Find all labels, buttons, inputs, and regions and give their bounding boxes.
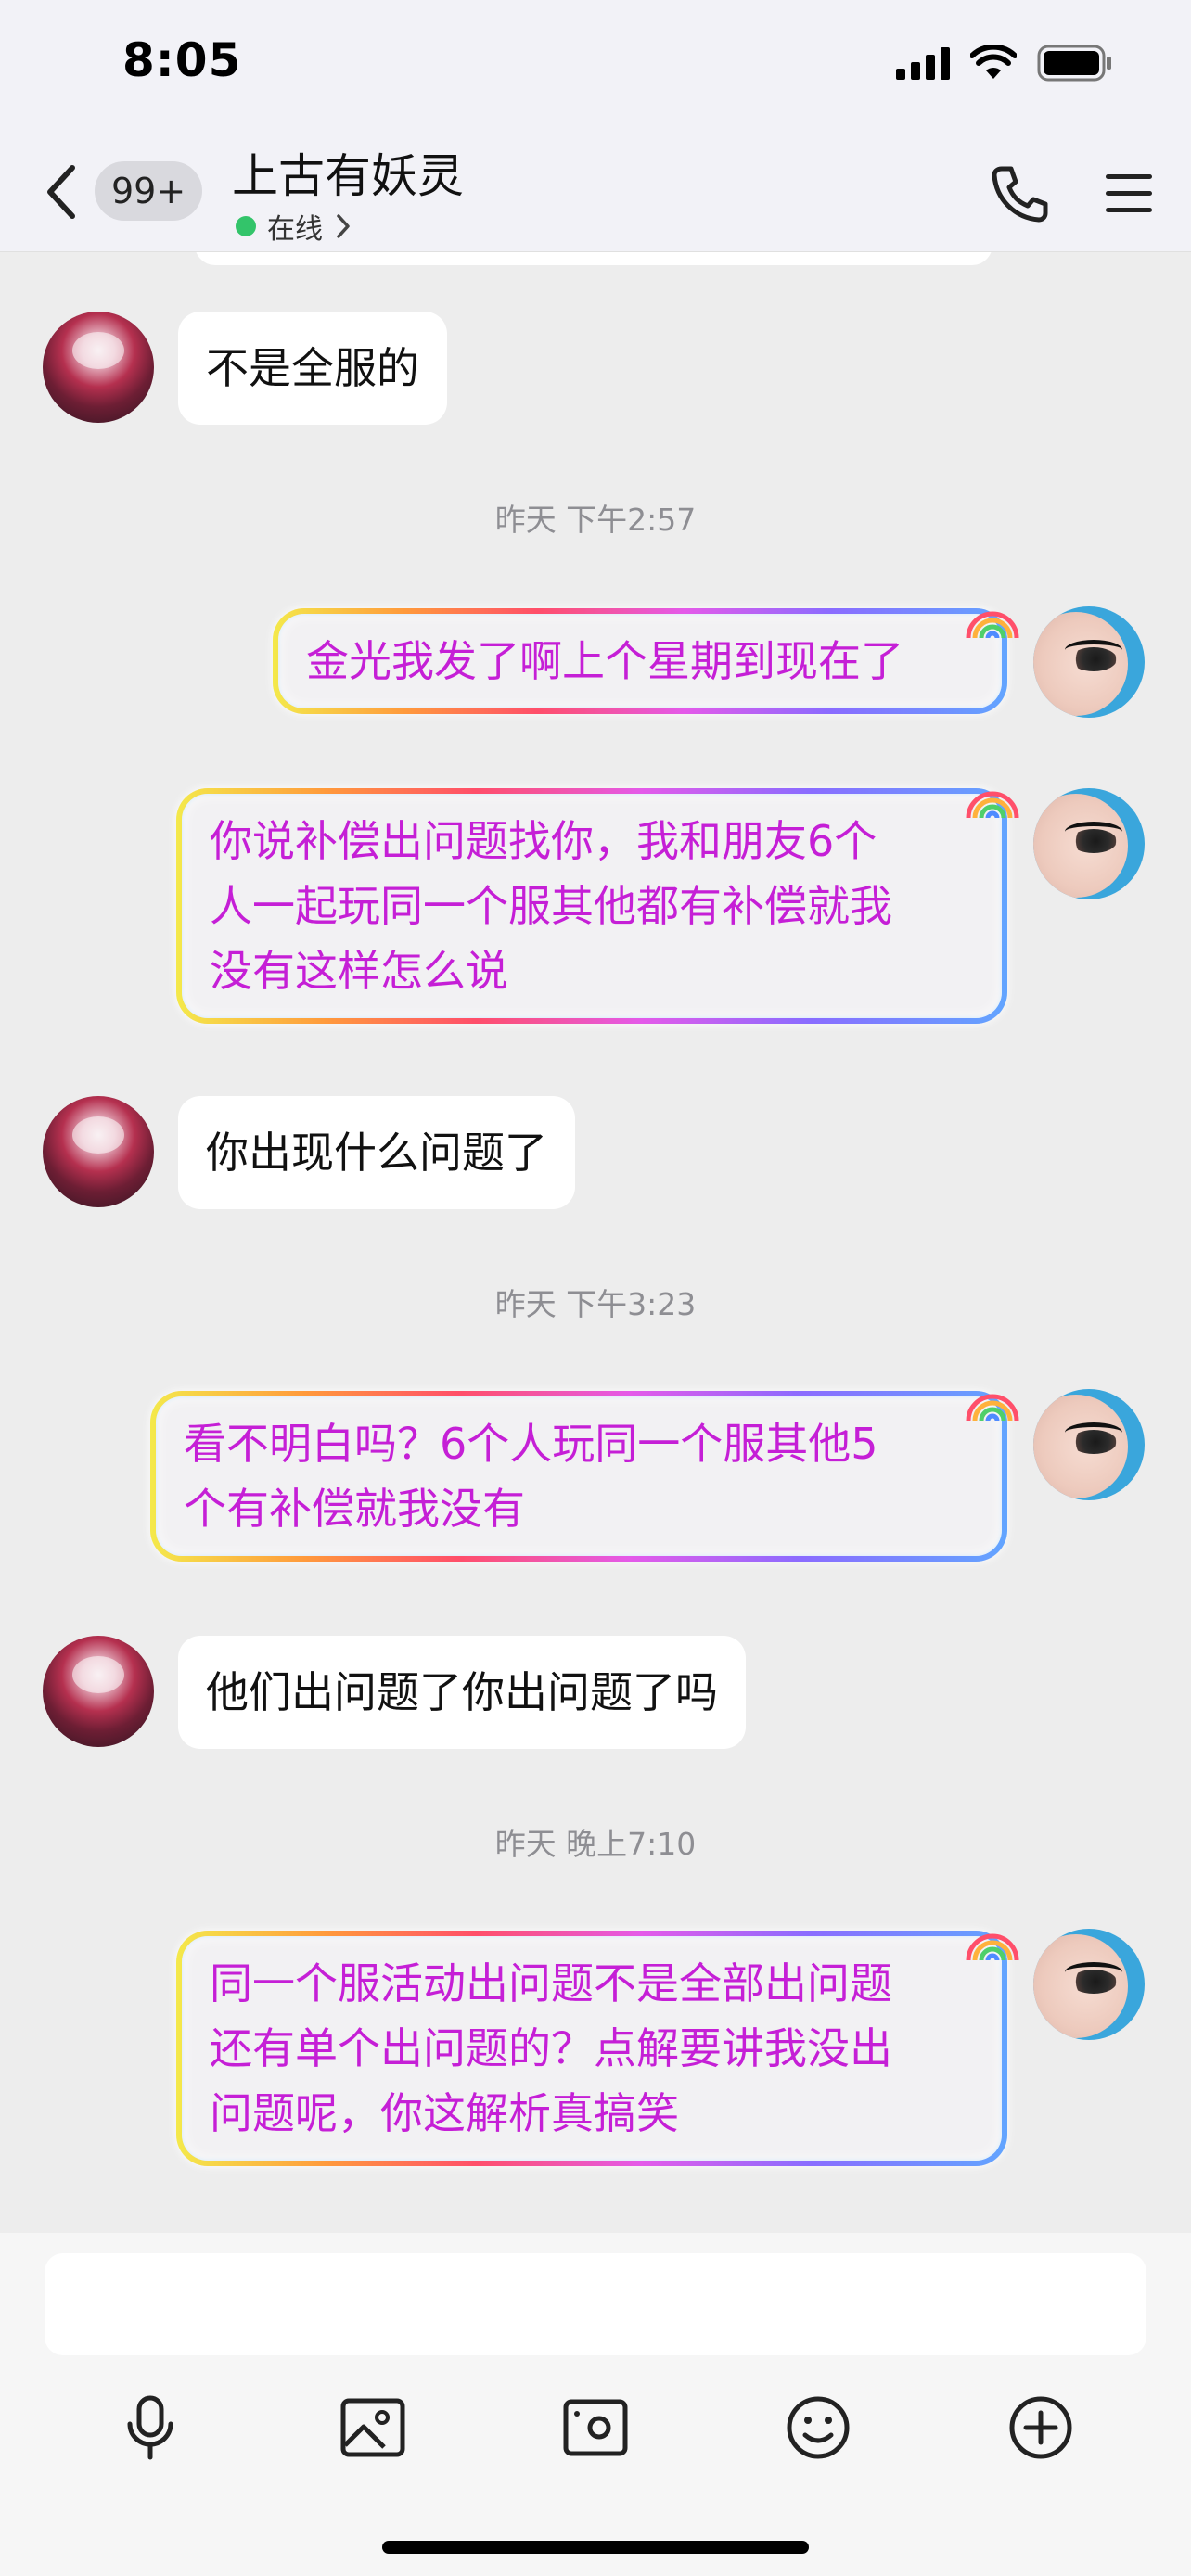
chat-header: 99+ 上古有妖灵 在线 — [0, 130, 1191, 252]
rainbow-decoration-icon — [966, 611, 1019, 639]
voice-input-button[interactable] — [113, 2391, 187, 2465]
outgoing-message-bubble[interactable]: 看不明白吗？6个人玩同一个服其他5 个有补偿就我没有 — [150, 1391, 1019, 1562]
more-menu-button[interactable] — [1102, 167, 1156, 221]
composer — [0, 2233, 1191, 2576]
outgoing-message-bubble[interactable]: 金光我发了啊上个星期到现在了 — [273, 608, 1019, 714]
outgoing-message-bubble[interactable]: 同一个服活动出问题不是全部出问题 还有单个出问题的？点解要讲我没出 问题呢，你这… — [176, 1931, 1019, 2166]
message-input[interactable] — [45, 2253, 1146, 2355]
image-icon — [340, 2398, 405, 2457]
message-line: 个有补偿就我没有 — [184, 1484, 525, 1534]
message-line: 你说补偿出问题找你，我和朋友6个 — [210, 816, 877, 866]
cellular-signal-icon — [896, 47, 950, 80]
unread-count-badge[interactable]: 99+ — [95, 161, 203, 221]
phone-icon — [992, 166, 1048, 223]
online-status-label: 在线 — [267, 213, 323, 246]
incoming-message-bubble[interactable]: 你出现什么问题了 — [178, 1096, 575, 1209]
emoji-icon — [787, 2396, 850, 2459]
back-button[interactable] — [33, 159, 89, 224]
message-line: 金光我发了啊上个星期到现在了 — [306, 636, 903, 686]
more-actions-button[interactable] — [1004, 2391, 1078, 2465]
rainbow-decoration-icon — [966, 1933, 1019, 1961]
chevron-right-icon — [337, 214, 350, 238]
message-line: 看不明白吗？6个人玩同一个服其他5 — [184, 1419, 878, 1469]
message-timestamp: 昨天 晚上7:10 — [494, 1826, 697, 1862]
microphone-icon — [127, 2395, 173, 2460]
status-bar: 8:05 — [0, 0, 1191, 130]
contact-avatar[interactable] — [43, 1096, 154, 1207]
chat-screen: 8:05 99+ 上古有妖灵 在线 不是全服的 昨天 下午2:57 金光我发了啊… — [0, 0, 1191, 2576]
message-timestamp: 昨天 下午2:57 — [494, 502, 697, 538]
message-line: 问题呢，你这解析真搞笑 — [210, 2088, 679, 2138]
incoming-message-bubble[interactable]: 不是全服的 — [178, 312, 447, 425]
message-line: 没有这样怎么说 — [210, 946, 508, 996]
message-line: 同一个服活动出问题不是全部出问题 — [210, 1958, 892, 2009]
message-timestamp: 昨天 下午3:23 — [494, 1286, 697, 1322]
my-avatar[interactable] — [1033, 1929, 1145, 2040]
menu-icon — [1106, 174, 1152, 212]
photo-album-button[interactable] — [336, 2391, 410, 2465]
my-avatar[interactable] — [1033, 788, 1145, 899]
contact-avatar[interactable] — [43, 312, 154, 423]
status-icons — [896, 45, 1113, 82]
online-status[interactable]: 在线 — [236, 206, 352, 247]
my-avatar[interactable] — [1033, 606, 1145, 718]
online-dot-icon — [236, 216, 256, 236]
composer-toolbar — [0, 2391, 1191, 2474]
emoji-button[interactable] — [781, 2391, 855, 2465]
message-line: 人一起玩同一个服其他都有补偿就我 — [210, 881, 892, 931]
camera-icon — [563, 2399, 628, 2456]
status-time: 8:05 — [122, 33, 242, 87]
voice-call-button[interactable] — [987, 161, 1052, 226]
rainbow-decoration-icon — [966, 791, 1019, 819]
incoming-message-bubble[interactable]: 他们出问题了你出问题了吗 — [178, 1636, 746, 1749]
previous-message-bubble[interactable] — [195, 252, 992, 265]
contact-name[interactable]: 上古有妖灵 — [232, 139, 464, 206]
outgoing-message-bubble[interactable]: 你说补偿出问题找你，我和朋友6个 人一起玩同一个服其他都有补偿就我 没有这样怎么… — [176, 788, 1019, 1024]
message-line: 还有单个出问题的？点解要讲我没出 — [210, 2023, 892, 2073]
contact-avatar[interactable] — [43, 1636, 154, 1747]
camera-button[interactable] — [558, 2391, 633, 2465]
chevron-left-icon — [47, 165, 75, 219]
plus-icon — [1009, 2396, 1072, 2459]
battery-icon — [1037, 45, 1111, 82]
home-indicator[interactable] — [382, 2541, 809, 2554]
message-list[interactable]: 不是全服的 昨天 下午2:57 金光我发了啊上个星期到现在了 你说补偿出问题找你… — [0, 252, 1191, 2233]
wifi-icon — [970, 45, 1017, 79]
my-avatar[interactable] — [1033, 1389, 1145, 1500]
rainbow-decoration-icon — [966, 1394, 1019, 1422]
